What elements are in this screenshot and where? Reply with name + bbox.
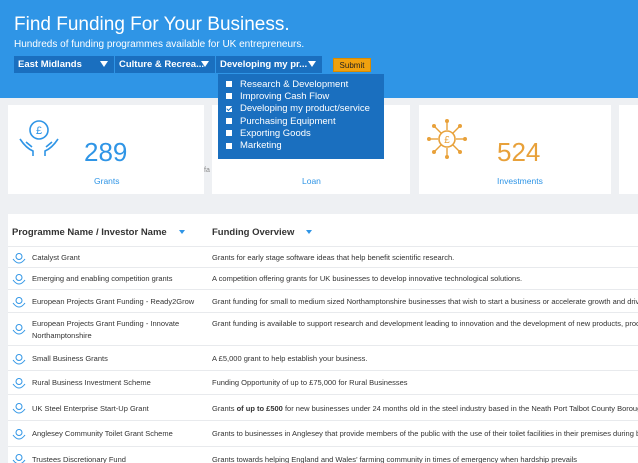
purpose-dropdown-menu: Research & Development Improving Cash Fl… [218, 74, 384, 159]
grant-icon [12, 297, 26, 308]
table-row[interactable]: Emerging and enabling competition grants… [8, 267, 638, 289]
grant-icon [12, 354, 26, 365]
funding-overview: Grant funding for small to medium sized … [212, 297, 638, 306]
grant-icon [12, 403, 26, 414]
sector-select-value: Culture & Recrea... [119, 59, 204, 70]
funding-overview: Grants of up to £500 for new businesses … [212, 404, 638, 413]
chevron-down-icon [100, 61, 108, 67]
pound-network-icon: £ [427, 119, 467, 159]
grant-icon [12, 378, 26, 389]
grants-card[interactable]: £ 289 Grants [8, 105, 204, 194]
dropdown-option[interactable]: Improving Cash Flow [218, 90, 384, 102]
grants-label: Grants [94, 176, 120, 186]
submit-button[interactable]: Submit [333, 58, 371, 72]
funding-overview: Funding Opportunity of up to £75,000 for… [212, 378, 408, 387]
dropdown-option[interactable]: Purchasing Equipment [218, 115, 384, 127]
programme-name[interactable]: European Projects Grant Funding - Innova… [32, 318, 204, 342]
funding-overview: A competition offering grants for UK bus… [212, 274, 523, 283]
hidden-label-fragment: fa [204, 167, 210, 174]
programme-name[interactable]: Rural Business Investment Scheme [32, 377, 204, 389]
investments-count: 524 [497, 137, 541, 167]
page-title: Find Funding For Your Business. [14, 14, 290, 35]
svg-text:£: £ [36, 125, 42, 137]
programme-name[interactable]: Anglesey Community Toilet Grant Scheme [32, 428, 204, 440]
investments-card[interactable]: £ 524 Investments [419, 105, 611, 194]
loan-label: Loan [302, 176, 321, 186]
table-row[interactable]: UK Steel Enterprise Start-Up Grant Grant… [8, 394, 638, 420]
grant-icon [12, 454, 26, 463]
table-row[interactable]: European Projects Grant Funding - Innova… [8, 312, 638, 345]
funding-table: Programme Name / Investor Name Funding O… [8, 214, 638, 463]
sector-select[interactable]: Culture & Recrea... [115, 56, 215, 73]
dropdown-option[interactable]: Marketing [218, 139, 384, 151]
purpose-select-value: Developing my pr... [220, 59, 308, 70]
checkbox[interactable] [226, 81, 232, 88]
grant-icon [12, 274, 26, 285]
programme-name[interactable]: Trustees Discretionary Fund [32, 454, 204, 463]
region-select[interactable]: East Midlands [14, 56, 114, 73]
dropdown-option[interactable]: Developing my product/service [218, 103, 384, 115]
region-select-value: East Midlands [18, 59, 82, 70]
table-row[interactable]: Anglesey Community Toilet Grant Scheme G… [8, 420, 638, 446]
dropdown-option[interactable]: Research & Development [218, 78, 384, 90]
programme-name[interactable]: Small Business Grants [32, 353, 204, 365]
table-row[interactable]: Trustees Discretionary Fund Grants towar… [8, 446, 638, 463]
table-row[interactable]: European Projects Grant Funding - Ready2… [8, 289, 638, 312]
page-subtitle: Hundreds of funding programmes available… [14, 39, 305, 50]
funding-overview: Grants towards helping England and Wales… [212, 455, 578, 463]
table-row[interactable]: Small Business Grants A £5,000 grant to … [8, 345, 638, 370]
checkbox-checked[interactable] [226, 105, 232, 112]
grants-count: 289 [84, 137, 128, 167]
chevron-down-icon [201, 61, 209, 67]
investments-label: Investments [497, 176, 543, 186]
programme-name[interactable]: European Projects Grant Funding - Ready2… [32, 296, 204, 308]
checkbox[interactable] [226, 93, 232, 100]
svg-text:£: £ [444, 135, 450, 146]
grant-icon [12, 324, 26, 335]
programme-name[interactable]: UK Steel Enterprise Start-Up Grant [32, 403, 204, 415]
table-row[interactable]: Catalyst Grant Grants for early stage so… [8, 246, 638, 267]
column-header-name[interactable]: Programme Name / Investor Name [12, 227, 185, 238]
checkbox[interactable] [226, 130, 232, 137]
column-header-overview[interactable]: Funding Overview [212, 227, 313, 238]
programme-name[interactable]: Emerging and enabling competition grants [32, 273, 204, 285]
checkbox[interactable] [226, 118, 232, 125]
grant-icon [12, 253, 26, 264]
sort-icon[interactable] [306, 230, 313, 235]
next-card-edge [619, 105, 638, 194]
purpose-select[interactable]: Developing my pr... [216, 56, 322, 73]
funding-overview: Grant funding is available to support re… [212, 319, 638, 328]
funding-overview: Grants to businesses in Anglesey that pr… [212, 429, 638, 438]
sort-icon[interactable] [178, 230, 185, 235]
table-row[interactable]: Rural Business Investment Scheme Funding… [8, 370, 638, 394]
funding-overview: A £5,000 grant to help establish your bu… [212, 354, 368, 363]
programme-name[interactable]: Catalyst Grant [32, 252, 204, 264]
grant-icon [12, 429, 26, 440]
checkbox[interactable] [226, 142, 232, 149]
funding-overview: Grants for early stage software ideas th… [212, 253, 455, 262]
chevron-down-icon [308, 61, 316, 67]
dropdown-option[interactable]: Exporting Goods [218, 127, 384, 139]
pound-hands-icon: £ [19, 120, 59, 156]
